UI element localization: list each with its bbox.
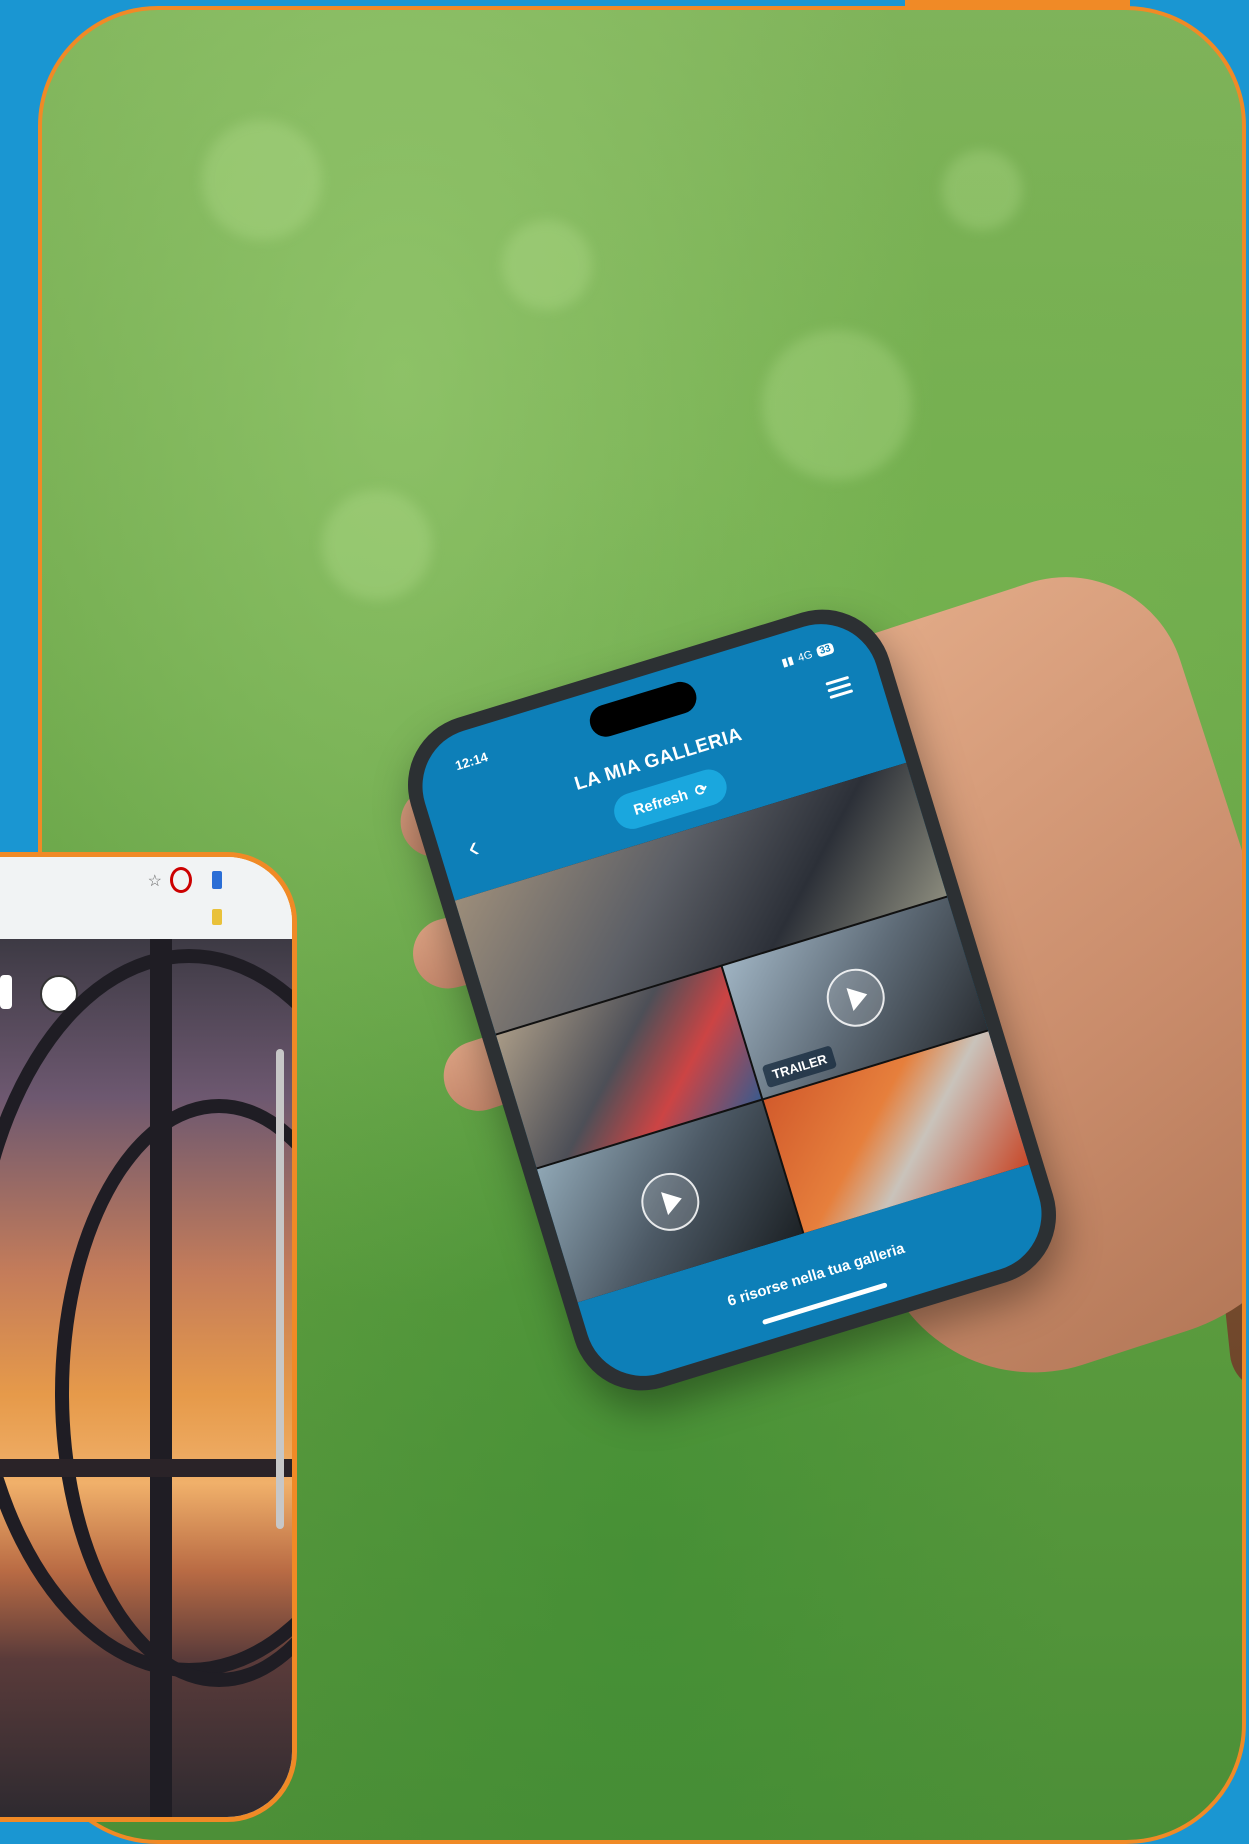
opera-icon[interactable] (170, 867, 192, 893)
star-icon[interactable]: ☆ (148, 871, 162, 891)
page-control-icon[interactable] (0, 975, 12, 1009)
status-time: 12:14 (453, 749, 490, 774)
browser-page (0, 939, 292, 1817)
battery-icon: 33 (815, 642, 835, 658)
signal-icon: ▮▮ (780, 654, 796, 670)
bridge-deck (0, 1459, 292, 1477)
network-label: 4G (796, 648, 814, 664)
play-icon[interactable] (819, 961, 892, 1035)
extension-icon[interactable] (212, 871, 222, 889)
bokeh-light (202, 120, 322, 240)
bridge-pillar (150, 939, 172, 1817)
refresh-label: Refresh (631, 785, 690, 819)
status-indicators: ▮▮ 4G 33 (780, 641, 835, 669)
refresh-icon: ⟳ (692, 780, 710, 801)
bokeh-light (762, 330, 912, 480)
browser-toolbar: ☆ (0, 857, 292, 940)
extension-icon[interactable] (212, 909, 222, 925)
chevron-left-icon[interactable]: ‹ (464, 830, 483, 864)
scrollbar[interactable] (276, 1049, 284, 1529)
bokeh-light (942, 150, 1022, 230)
play-icon[interactable] (633, 1165, 706, 1238)
browser-window: ☆ (0, 852, 297, 1822)
bokeh-light (502, 220, 592, 310)
dynamic-island (585, 677, 701, 741)
bokeh-light (322, 490, 432, 600)
